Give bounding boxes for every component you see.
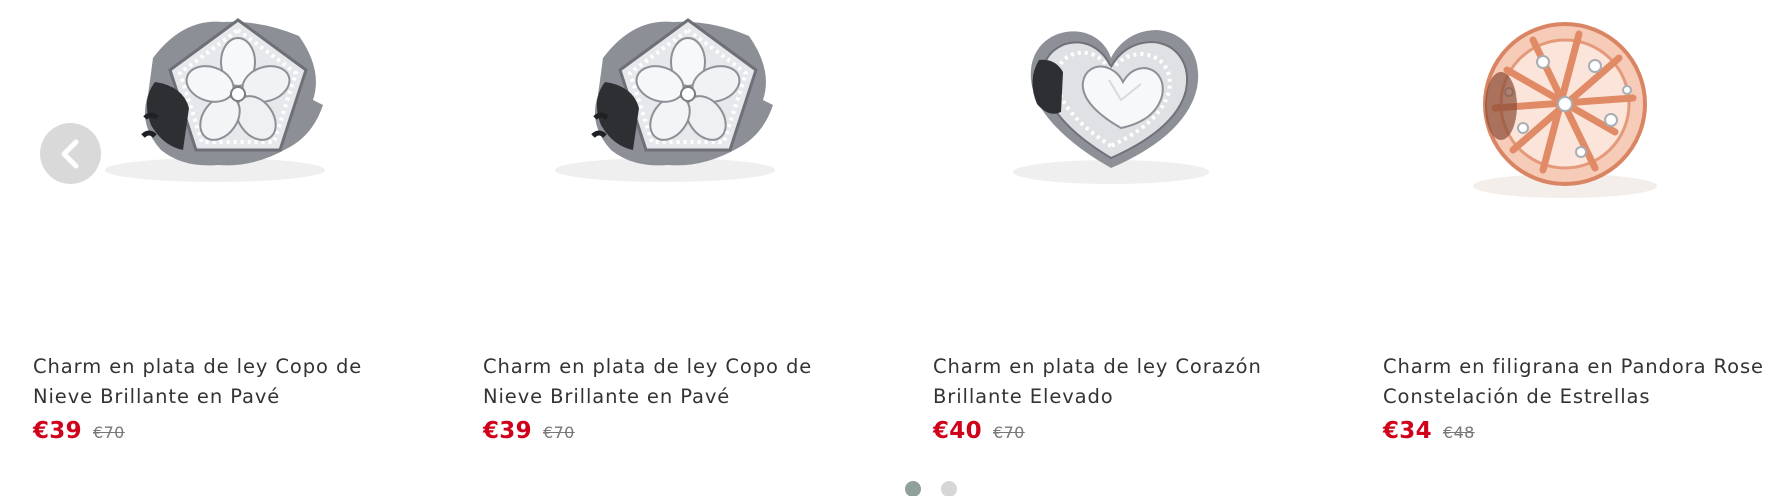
product-title[interactable]: Charm en plata de ley Corazón Brillante … — [933, 352, 1323, 412]
original-price: €70 — [993, 423, 1025, 442]
sale-price: €39 — [483, 418, 532, 444]
product-card[interactable]: Charm en plata de ley Corazón Brillante … — [933, 0, 1323, 460]
rose-constellation-charm-icon — [1473, 22, 1657, 198]
original-price: €70 — [543, 423, 575, 442]
product-image[interactable] — [483, 0, 843, 300]
sale-price: €39 — [33, 418, 82, 444]
product-card[interactable]: Charm en plata de ley Copo de Nieve Bril… — [483, 0, 873, 460]
sale-price: €40 — [933, 418, 982, 444]
original-price: €48 — [1443, 423, 1475, 442]
product-carousel: Charm en plata de ley Copo de Nieve Bril… — [0, 0, 1766, 496]
product-card[interactable]: Charm en filigrana en Pandora Rose Const… — [1383, 0, 1766, 460]
product-title[interactable]: Charm en filigrana en Pandora Rose Const… — [1383, 352, 1766, 412]
product-title[interactable]: Charm en plata de ley Copo de Nieve Bril… — [483, 352, 873, 412]
chevron-left-icon — [61, 139, 78, 168]
price-row: €34 €48 — [1383, 418, 1475, 444]
product-image[interactable] — [1383, 0, 1743, 300]
price-row: €39 €70 — [483, 418, 575, 444]
sale-price: €34 — [1383, 418, 1432, 444]
pagination-dot-active[interactable] — [905, 481, 921, 496]
pagination-dot[interactable] — [941, 481, 957, 496]
price-row: €39 €70 — [33, 418, 125, 444]
snowflake-pave-charm-icon — [555, 18, 775, 182]
price-row: €40 €70 — [933, 418, 1025, 444]
product-card[interactable]: Charm en plata de ley Copo de Nieve Bril… — [33, 0, 423, 460]
original-price: €70 — [93, 423, 125, 442]
carousel-prev-button[interactable] — [40, 123, 101, 184]
heart-pave-charm-icon — [1013, 30, 1209, 184]
product-title[interactable]: Charm en plata de ley Copo de Nieve Bril… — [33, 352, 423, 412]
product-image[interactable] — [933, 0, 1293, 300]
